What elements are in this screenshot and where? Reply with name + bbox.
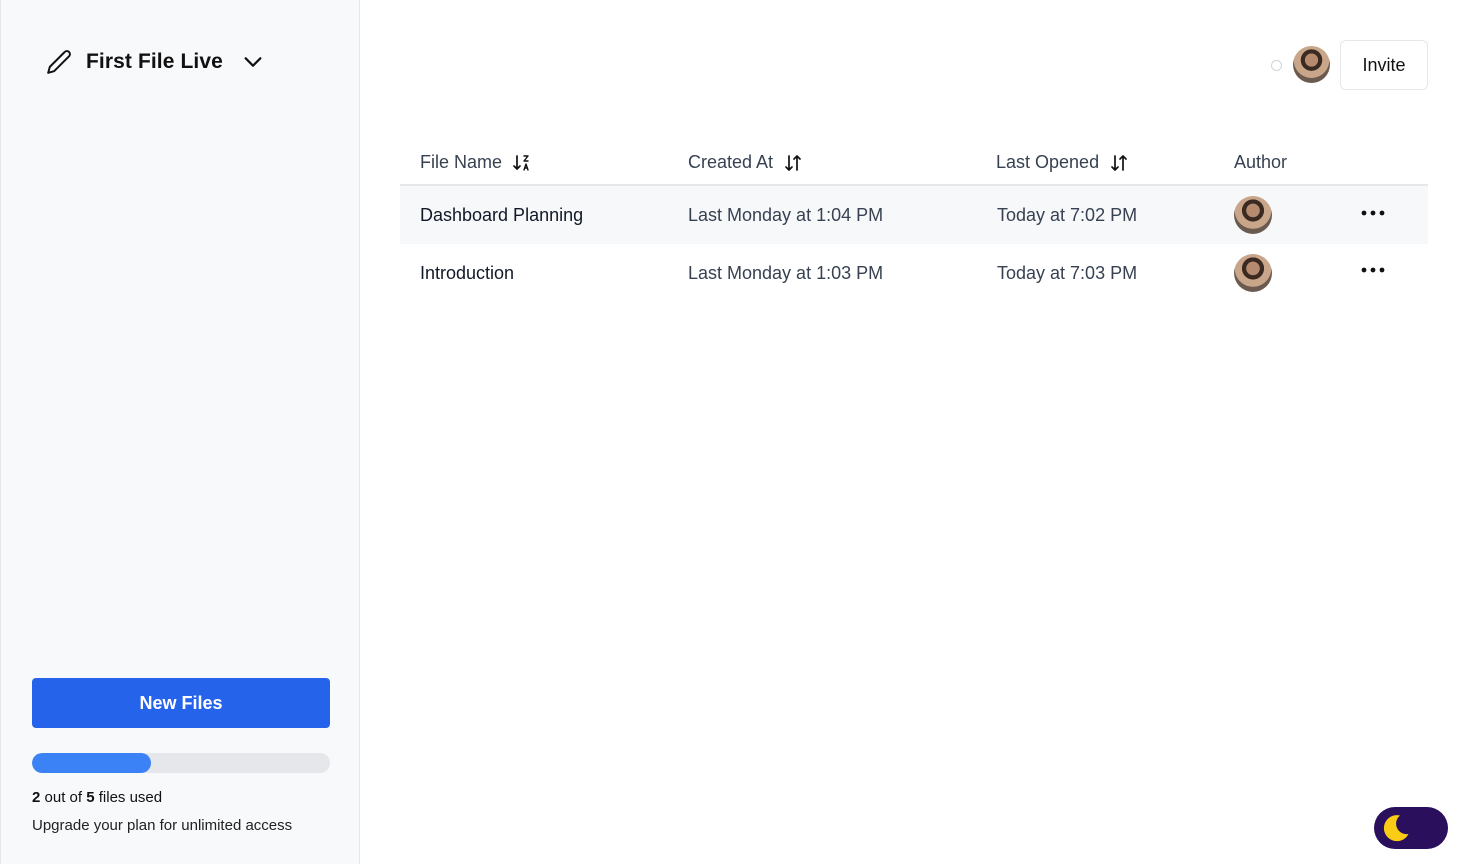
user-avatar[interactable] <box>1293 46 1330 83</box>
usage-total-count: 5 <box>86 789 95 806</box>
chevron-down-icon <box>242 51 264 73</box>
pencil-icon <box>46 49 72 75</box>
column-header-last-opened[interactable]: Last Opened <box>996 152 1129 173</box>
sort-arrows-icon <box>783 153 803 173</box>
file-name-cell[interactable]: Dashboard Planning <box>420 186 583 244</box>
column-header-author: Author <box>1234 152 1287 173</box>
moon-icon <box>1383 815 1409 842</box>
usage-suffix: files used <box>94 789 163 806</box>
new-files-button[interactable]: New Files <box>32 678 330 728</box>
column-label: Created At <box>688 152 774 172</box>
created-at-cell: Last Monday at 1:03 PM <box>688 262 884 283</box>
table-header: File Name Created At Last Opened Author <box>400 140 1428 186</box>
row-actions-button[interactable] <box>1358 257 1388 283</box>
column-header-file-name[interactable]: File Name <box>420 152 532 173</box>
usage-text: 2 out of 5 files used <box>32 789 162 806</box>
author-cell <box>1234 244 1272 302</box>
author-avatar <box>1234 196 1272 234</box>
last-opened-cell: Today at 7:02 PM <box>997 204 1138 225</box>
column-header-created-at[interactable]: Created At <box>688 152 803 173</box>
author-cell <box>1234 186 1272 244</box>
files-table: File Name Created At Last Opened Author … <box>400 140 1428 302</box>
status-dot-icon <box>1271 60 1282 71</box>
invite-button[interactable]: Invite <box>1340 40 1428 90</box>
usage-out-of: out of <box>40 789 87 806</box>
file-name-cell[interactable]: Introduction <box>420 244 514 302</box>
column-label: Last Opened <box>996 152 1100 172</box>
table-row[interactable]: Introduction Last Monday at 1:03 PM Toda… <box>400 244 1428 302</box>
workspace-title: First File Live <box>86 50 223 73</box>
more-horizontal-icon <box>1361 210 1385 216</box>
theme-toggle[interactable] <box>1374 807 1448 849</box>
created-at-cell: Last Monday at 1:04 PM <box>688 204 884 225</box>
column-label: Author <box>1234 152 1288 172</box>
sidebar: First File Live New Files 2 out of 5 fil… <box>0 0 360 864</box>
usage-progress-bar <box>32 753 330 773</box>
table-row[interactable]: Dashboard Planning Last Monday at 1:04 P… <box>400 186 1428 244</box>
upgrade-text: Upgrade your plan for unlimited access <box>32 817 293 834</box>
last-opened-cell: Today at 7:03 PM <box>997 262 1138 283</box>
workspace-switcher[interactable]: First File Live <box>46 46 264 78</box>
author-avatar <box>1234 254 1272 292</box>
usage-progress-fill <box>32 753 152 773</box>
app-root: First File Live New Files 2 out of 5 fil… <box>0 0 1463 864</box>
more-horizontal-icon <box>1361 267 1385 273</box>
sort-arrows-icon <box>1109 153 1129 173</box>
sort-alpha-down-icon <box>512 153 532 173</box>
row-actions-button[interactable] <box>1358 200 1388 226</box>
column-label: File Name <box>420 152 503 172</box>
